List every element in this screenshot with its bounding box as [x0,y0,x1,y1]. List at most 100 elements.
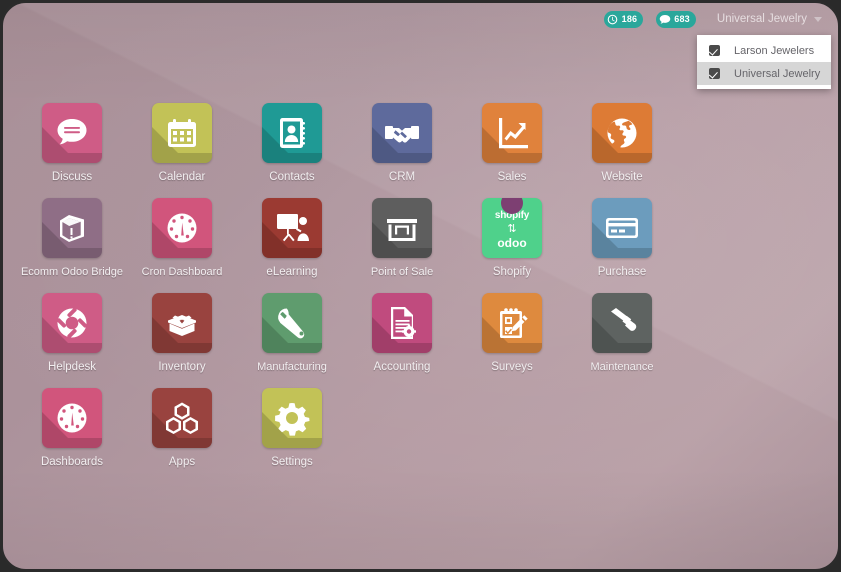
company-switcher-dropdown[interactable]: Larson Jewelers Universal Jewelry [697,35,831,89]
app-helpdesk[interactable]: Helpdesk [17,293,127,388]
app-tile[interactable] [372,103,432,163]
odoo-word: odoo [497,236,527,250]
app-tile[interactable] [592,198,652,258]
app-label: Accounting [373,361,431,373]
app-label: Purchase [597,266,647,278]
app-shopify[interactable]: shopify ⇅ odoo Shopify [457,198,567,293]
app-tile[interactable] [262,198,322,258]
document-gear-icon [382,303,422,343]
messages-badge[interactable]: 683 [656,10,696,28]
company-option-label: Universal Jewelry [734,67,821,80]
checkbox-checked-icon[interactable] [709,45,720,56]
app-maintenance[interactable]: Maintenance [567,293,677,388]
globe-icon [602,113,642,153]
presentation-icon [272,208,312,248]
app-tile[interactable] [152,388,212,448]
app-label: CRM [388,171,416,183]
app-label: Surveys [491,361,533,373]
open-box-icon [162,303,202,343]
discuss-chat-icon [52,113,92,153]
chart-arrow-up-icon [492,113,532,153]
chat-bubble-icon [659,13,671,25]
app-tile[interactable] [152,198,212,258]
app-tile[interactable]: shopify ⇅ odoo [482,198,542,258]
app-contacts[interactable]: Contacts [237,103,347,198]
app-tile[interactable] [372,293,432,353]
app-label: Sales [497,171,527,183]
activities-badge[interactable]: 186 [603,10,644,28]
app-elearning[interactable]: eLearning [237,198,347,293]
app-tile[interactable] [592,293,652,353]
top-bar: 186 683 Universal Jewelry [3,3,838,35]
user-company-label: Universal Jewelry [716,13,807,25]
app-label: Point of Sale [370,266,434,278]
app-inventory[interactable]: Inventory [127,293,237,388]
app-label: Settings [271,456,313,468]
app-label: Cron Dashboard [141,266,223,278]
app-apps[interactable]: Apps [127,388,237,483]
app-label: Apps [168,456,196,468]
hammer-icon [602,303,642,343]
app-tile[interactable] [482,103,542,163]
calendar-icon [162,113,202,153]
chevron-down-icon [814,16,822,22]
app-tile[interactable] [262,103,322,163]
app-label: Helpdesk [48,361,96,373]
storefront-icon [382,208,422,248]
app-surveys[interactable]: Surveys [457,293,567,388]
activities-count: 186 [621,13,638,24]
app-tile[interactable] [42,388,102,448]
app-sales[interactable]: Sales [457,103,567,198]
app-tile[interactable] [262,388,322,448]
odoo-apps-window: 186 683 Universal Jewelry Larson Jeweler… [0,0,841,572]
app-grid: Discuss Calendar Contacts CRM Sales Webs… [17,103,697,483]
lifebuoy-icon [52,303,92,343]
app-tile[interactable] [42,103,102,163]
app-point-of-sale[interactable]: Point of Sale [347,198,457,293]
app-label: Dashboards [40,456,103,468]
sync-arrows-icon: ⇅ [507,223,517,235]
app-tile[interactable] [152,293,212,353]
app-accounting[interactable]: Accounting [347,293,457,388]
gauge-icon [162,208,202,248]
company-option-larson[interactable]: Larson Jewelers [697,39,831,62]
app-manufacturing[interactable]: Manufacturing [237,293,347,388]
app-crm[interactable]: CRM [347,103,457,198]
app-cron-dashboard[interactable]: Cron Dashboard [127,198,237,293]
app-label: Inventory [158,361,206,373]
app-label: Ecomm Odoo Bridge [20,266,124,278]
app-tile[interactable] [152,103,212,163]
app-website[interactable]: Website [567,103,677,198]
app-label: Contacts [269,171,315,183]
box-alert-icon [52,208,92,248]
app-settings[interactable]: Settings [237,388,347,483]
app-tile[interactable] [42,198,102,258]
app-label: Manufacturing [257,361,327,373]
app-discuss[interactable]: Discuss [17,103,127,198]
app-tile[interactable] [372,198,432,258]
user-company-menu[interactable]: Universal Jewelry [709,9,828,29]
gauge-icon [52,398,92,438]
company-option-label: Larson Jewelers [734,44,815,57]
app-tile[interactable] [262,293,322,353]
credit-card-icon [602,208,642,248]
contacts-book-icon [272,113,312,153]
clock-icon [607,13,619,25]
company-option-universal[interactable]: Universal Jewelry [697,62,831,85]
app-calendar[interactable]: Calendar [127,103,237,198]
app-tile[interactable] [42,293,102,353]
app-tile[interactable] [592,103,652,163]
app-tile[interactable] [482,293,542,353]
wrench-icon [272,303,312,343]
app-label: Calendar [158,171,206,183]
checkbox-checked-icon[interactable] [709,68,720,79]
app-label: Discuss [51,171,93,183]
cubes-icon [162,398,202,438]
app-dashboards[interactable]: Dashboards [17,388,127,483]
app-label: Maintenance [590,361,654,373]
clipboard-pencil-icon [492,303,532,343]
app-ecomm-odoo-bridge[interactable]: Ecomm Odoo Bridge [17,198,127,293]
app-purchase[interactable]: Purchase [567,198,677,293]
messages-count: 683 [674,13,690,24]
app-label: Website [601,171,643,183]
